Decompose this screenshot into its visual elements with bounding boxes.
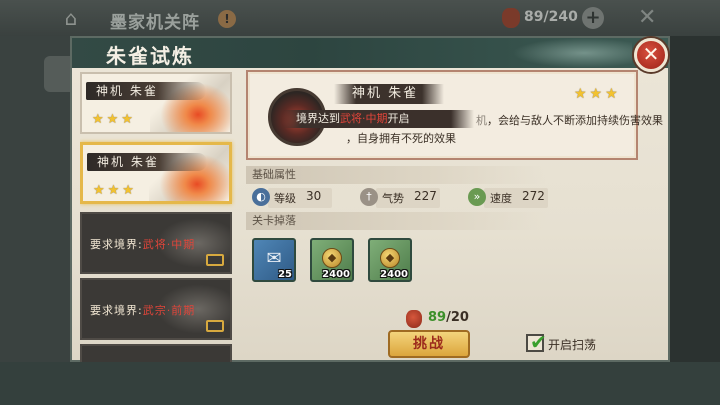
modal-title: 朱雀试炼: [106, 44, 194, 68]
stage-name: 神机 朱雀: [97, 155, 159, 169]
coin-icon: ◆: [380, 248, 400, 268]
section-header-drops: 关卡掉落: [246, 212, 546, 230]
lock-icon: [206, 254, 224, 266]
stamina-counter: 89/240: [524, 9, 578, 25]
scroll-icon: ✉: [266, 248, 282, 269]
stage-stars: ★★★: [92, 112, 136, 127]
stage-list[interactable]: 神机 朱雀 ★★★ 神机 朱雀 ★★★ 要求境界:武将·中期 要求境界:武宗·前…: [80, 72, 236, 362]
stage-card-1[interactable]: 神机 朱雀 ★★★: [80, 72, 232, 134]
header-brush-decoration: [512, 38, 632, 68]
momentum-icon: †: [360, 188, 378, 206]
boss-detail-panel: 神机 朱雀 ★★★ 境界达到武将·中期开启 机，会给与敌人不断添加持续伤害效果 …: [246, 70, 663, 160]
lock-requirement: 要求境界:武将·中期: [90, 238, 196, 251]
stat-value: 30: [306, 189, 322, 203]
stamina-cost: 89/20: [428, 310, 469, 325]
drop-item-coin-1[interactable]: ◆ 2400: [310, 238, 354, 282]
drop-item-coin-2[interactable]: ◆ 2400: [368, 238, 412, 282]
stat-value: 227: [414, 189, 437, 203]
stage-stars: ★★★: [93, 183, 137, 198]
stat-label: 等级: [274, 192, 296, 205]
top-bar: [0, 0, 720, 36]
background-title: 墨家机关阵: [110, 13, 200, 33]
lock-requirement: 要求境界:武宗·前期: [90, 304, 196, 317]
stage-card-3-locked[interactable]: 要求境界:武将·中期: [80, 212, 232, 274]
stage-card-2[interactable]: 神机 朱雀 ★★★: [80, 142, 232, 204]
stage-name: 神机 朱雀: [96, 84, 158, 98]
info-badge-icon[interactable]: !: [218, 10, 236, 28]
stamina-cost-icon: [406, 310, 422, 328]
challenge-button[interactable]: 挑战: [388, 330, 470, 358]
stat-label: 速度: [490, 192, 512, 205]
checkmark-icon: ✔: [530, 330, 547, 354]
stat-label: 气势: [382, 192, 404, 205]
trial-modal: 朱雀试炼 ✕ 神机 朱雀 ★★★ 神机 朱雀 ★★★ 要求境界:武将·中期 要求…: [70, 36, 670, 362]
stage-card-4-locked[interactable]: 要求境界:武宗·前期: [80, 278, 232, 340]
add-stamina-button[interactable]: +: [582, 7, 604, 29]
boss-description-line1: 机，会给与敌人不断添加持续伤害效果: [476, 114, 663, 127]
sweep-label[interactable]: 开启扫荡: [548, 336, 596, 353]
modal-header: 朱雀试炼: [72, 38, 668, 68]
speed-icon: »: [468, 188, 486, 206]
background-close-icon[interactable]: ✕: [638, 5, 656, 30]
background-bottom-strip: [0, 362, 720, 405]
section-header-base-attributes: 基础属性: [246, 166, 546, 184]
unlock-requirement: 境界达到武将·中期开启: [296, 112, 410, 125]
level-icon: ◐: [252, 188, 270, 206]
lock-icon: [206, 320, 224, 332]
boss-name: 神机 朱雀: [352, 86, 419, 101]
sweep-checkbox[interactable]: ✔: [526, 330, 547, 354]
background-side-tab: [44, 56, 70, 92]
stage-card-5-locked[interactable]: [80, 344, 232, 362]
drop-quantity: 2400: [322, 269, 350, 280]
drop-item-scroll[interactable]: ✉ 25: [252, 238, 296, 282]
boss-stars: ★★★: [574, 86, 621, 102]
home-icon[interactable]: ⌂: [58, 6, 84, 30]
drop-quantity: 2400: [380, 269, 408, 280]
drop-quantity: 25: [278, 269, 292, 280]
boss-description-line2: ，自身拥有不死的效果: [346, 132, 456, 145]
stat-value: 272: [522, 189, 545, 203]
stamina-jar-icon: [502, 8, 520, 28]
coin-icon: ◆: [322, 248, 342, 268]
close-button[interactable]: ✕: [634, 38, 668, 72]
